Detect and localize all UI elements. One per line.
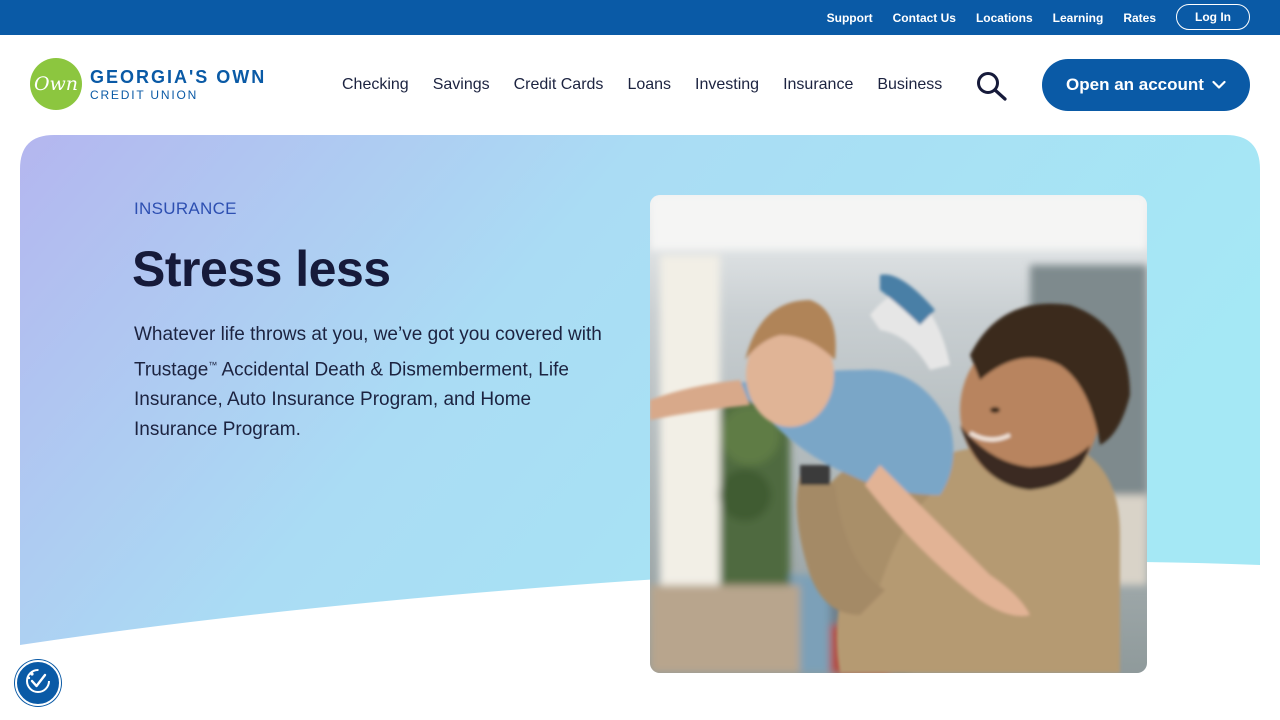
accessibility-button[interactable]	[15, 660, 61, 706]
nav-item-business[interactable]: Business	[877, 76, 942, 94]
logo-name-line2: CREDIT UNION	[90, 87, 199, 102]
nav-item-loans[interactable]: Loans	[627, 76, 671, 94]
hero-eyebrow: INSURANCE	[134, 199, 237, 218]
hero-photo-father-and-son	[650, 195, 1147, 673]
accessibility-icon	[23, 666, 53, 701]
logo-name-line1: GEORGIA'S OWN	[90, 66, 267, 87]
utility-link-rates[interactable]: Rates	[1123, 11, 1156, 25]
trademark-symbol: ™	[208, 360, 218, 370]
utility-link-learning[interactable]: Learning	[1053, 11, 1104, 25]
logo[interactable]: Own GEORGIA'S OWN CREDIT UNION	[30, 58, 266, 110]
hero-description: Whatever life throws at you, we’ve got y…	[134, 320, 614, 445]
nav-item-checking[interactable]: Checking	[342, 76, 409, 94]
utility-link-support[interactable]: Support	[827, 11, 873, 25]
main-nav: Checking Savings Credit Cards Loans Inve…	[342, 35, 966, 135]
nav-item-investing[interactable]: Investing	[695, 76, 759, 94]
open-account-label: Open an account	[1066, 75, 1204, 94]
utility-link-locations[interactable]: Locations	[976, 11, 1033, 25]
chevron-down-icon	[1212, 75, 1226, 95]
utility-link-contact-us[interactable]: Contact Us	[893, 11, 956, 25]
page-title: Stress less	[132, 241, 391, 297]
logo-mark: Own	[30, 58, 82, 110]
nav-item-credit-cards[interactable]: Credit Cards	[514, 76, 604, 94]
search-icon[interactable]	[976, 71, 1008, 101]
logo-wordmark: GEORGIA'S OWN CREDIT UNION	[90, 68, 266, 101]
utility-bar: Support Contact Us Locations Learning Ra…	[0, 0, 1280, 35]
nav-item-insurance[interactable]: Insurance	[783, 76, 853, 94]
open-account-button[interactable]: Open an account	[1042, 59, 1250, 111]
utility-links: Support Contact Us Locations Learning Ra…	[827, 0, 1156, 35]
login-button[interactable]: Log In	[1176, 4, 1250, 30]
nav-item-savings[interactable]: Savings	[433, 76, 490, 94]
site-header: Own GEORGIA'S OWN CREDIT UNION Checking …	[0, 35, 1280, 135]
